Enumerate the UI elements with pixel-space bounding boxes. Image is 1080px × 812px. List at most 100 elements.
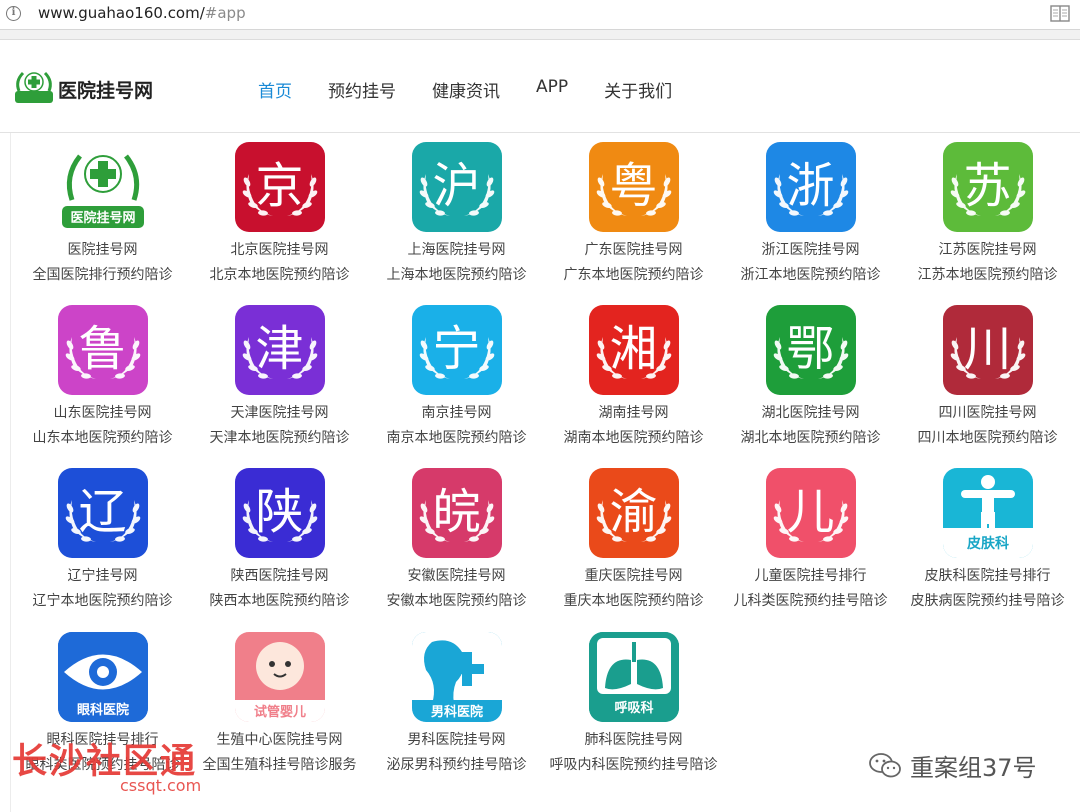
app-desc: 呼吸内科医院预约挂号陪诊 [549,757,718,773]
hospital-cross-icon[interactable]: 医院挂号网 [57,142,148,232]
app-name[interactable]: 山东医院挂号网 [14,403,191,423]
app-desc: 全国生殖科挂号陪诊服务 [202,757,357,773]
app-card[interactable]: 川四川医院挂号网四川本地医院预约陪诊 [899,305,1076,449]
wan-icon[interactable]: 皖 [411,468,502,558]
app-name[interactable]: 男科医院挂号网 [368,730,545,750]
app-name[interactable]: 四川医院挂号网 [899,403,1076,423]
app-name[interactable]: 肺科医院挂号网 [545,730,722,750]
app-card[interactable]: 津天津医院挂号网 天津本地医院预约陪诊 [191,305,368,449]
app-name[interactable]: 辽宁挂号网 [14,566,191,586]
app-desc: 四川本地医院预约陪诊 [917,430,1058,446]
lungs-icon[interactable]: 呼吸科 [588,632,679,722]
baby-icon[interactable]: 试管婴儿 [234,632,325,722]
yu-icon[interactable]: 渝 [588,468,679,558]
app-card[interactable]: 苏江苏医院挂号网 江苏本地医院预约陪诊 [899,142,1076,286]
app-icon-glyph: 辽 [78,484,127,540]
app-icon-glyph: 湘 [609,321,658,377]
jing-icon[interactable]: 京 [234,142,325,232]
app-icon-glyph: 鄂 [786,321,835,377]
app-card[interactable]: 辽辽宁挂号网 辽宁本地医院预约陪诊 [14,468,191,612]
app-desc: 皮肤病医院预约挂号陪诊 [910,593,1065,609]
jin-icon[interactable]: 津 [234,305,325,395]
app-card[interactable]: 鄂湖北医院挂号网 湖北本地医院预约陪诊 [722,305,899,449]
shaan-icon[interactable]: 陕 [234,468,325,558]
app-card[interactable]: 儿儿童医院挂号排行 儿科类医院预约挂号陪诊 [722,468,899,612]
ning-icon[interactable]: 宁 [411,305,502,395]
app-card[interactable]: 鲁山东医院挂号网山东本地医院预约陪诊 [14,305,191,449]
app-icon-glyph: 苏 [963,158,1012,214]
icon-label: 医院挂号网 [70,210,135,226]
app-card[interactable]: 渝重庆医院挂号网 重庆本地医院预约陪诊 [545,468,722,612]
toolbar-strip [0,30,1080,40]
app-name[interactable]: 生殖中心医院挂号网 [191,730,368,750]
app-card[interactable]: 皖安徽医院挂号网安徽本地医院预约陪诊 [368,468,545,612]
site-name[interactable]: 医院挂号网 [58,76,153,103]
app-card[interactable]: 呼吸科肺科医院挂号网呼吸内科医院预约挂号陪诊 [545,632,722,776]
app-desc: 湖南本地医院预约陪诊 [563,430,704,446]
app-name[interactable]: 江苏医院挂号网 [899,240,1076,260]
dermatology-icon[interactable]: 皮肤科 [942,468,1033,558]
nav-health-news[interactable]: 健康资讯 [432,77,500,102]
app-name[interactable]: 天津医院挂号网 [191,403,368,423]
app-card[interactable]: 试管婴儿生殖中心医院挂号网全国生殖科挂号陪诊服务 [191,632,368,776]
app-name[interactable]: 浙江医院挂号网 [722,240,899,260]
liao-icon[interactable]: 辽 [57,468,148,558]
info-icon[interactable]: i [6,6,21,21]
app-desc: 山东本地医院预约陪诊 [32,430,173,446]
nav-about[interactable]: 关于我们 [604,77,672,102]
url-text[interactable]: www.guahao160.com/#app [38,4,246,22]
er-icon[interactable]: 儿 [765,468,856,558]
nav-home[interactable]: 首页 [258,77,292,102]
app-desc: 泌尿男科预约挂号陪诊 [386,757,527,773]
app-desc: 广东本地医院预约陪诊 [563,267,704,283]
eye-icon[interactable]: 眼科医院 [57,632,148,722]
app-card[interactable]: 沪上海医院挂号网 上海本地医院预约陪诊 [368,142,545,286]
app-card[interactable]: 医院挂号网 医院挂号网 全国医院排行预约陪诊 [14,142,191,286]
address-bar[interactable]: i www.guahao160.com/#app [0,0,1080,30]
app-name[interactable]: 湖北医院挂号网 [722,403,899,423]
su-icon[interactable]: 苏 [942,142,1033,232]
nav-app[interactable]: APP [536,77,568,102]
app-name[interactable]: 南京挂号网 [368,403,545,423]
app-card[interactable]: 粤广东医院挂号网广东本地医院预约陪诊 [545,142,722,286]
main-nav: 首页 预约挂号 健康资讯 APP 关于我们 [258,77,672,102]
app-icon-glyph: 宁 [432,321,481,377]
app-icon-glyph: 儿 [786,484,835,540]
app-card[interactable]: 浙浙江医院挂号网 浙江本地医院预约陪诊 [722,142,899,286]
reader-view-icon[interactable] [1050,5,1070,22]
app-name[interactable]: 安徽医院挂号网 [368,566,545,586]
e-icon[interactable]: 鄂 [765,305,856,395]
app-name[interactable]: 北京医院挂号网 [191,240,368,260]
app-card[interactable]: 男科医院男科医院挂号网泌尿男科预约挂号陪诊 [368,632,545,776]
watermark-right: 重案组37号 [868,748,1037,783]
app-card[interactable]: 京北京医院挂号网 北京本地医院预约陪诊 [191,142,368,286]
nav-booking[interactable]: 预约挂号 [328,77,396,102]
app-name[interactable]: 广东医院挂号网 [545,240,722,260]
zhe-icon[interactable]: 浙 [765,142,856,232]
app-name[interactable]: 陕西医院挂号网 [191,566,368,586]
app-name[interactable]: 重庆医院挂号网 [545,566,722,586]
app-name[interactable]: 儿童医院挂号排行 [722,566,899,586]
app-desc: 安徽本地医院预约陪诊 [386,593,527,609]
andrology-icon[interactable]: 男科医院 [411,632,502,722]
app-card[interactable]: 湘湖南挂号网湖南本地医院预约陪诊 [545,305,722,449]
lu-icon[interactable]: 鲁 [57,305,148,395]
app-icon-glyph: 川 [963,321,1012,377]
app-card[interactable]: 陕陕西医院挂号网 陕西本地医院预约陪诊 [191,468,368,612]
icon-label: 眼科医院 [76,702,128,718]
app-name[interactable]: 皮肤科医院挂号排行 [899,566,1076,586]
icon-label: 男科医院 [430,704,482,720]
chuan-icon[interactable]: 川 [942,305,1033,395]
app-icon-glyph: 粤 [609,158,658,214]
xiang-icon[interactable]: 湘 [588,305,679,395]
hu-icon[interactable]: 沪 [411,142,502,232]
app-card[interactable]: 宁南京挂号网 南京本地医院预约陪诊 [368,305,545,449]
yue-icon[interactable]: 粤 [588,142,679,232]
app-name[interactable]: 医院挂号网 [14,240,191,260]
watermark-left-url: cssqt.com [120,776,202,795]
app-name[interactable]: 上海医院挂号网 [368,240,545,260]
app-icon-glyph: 沪 [432,158,481,214]
app-name[interactable]: 湖南挂号网 [545,403,722,423]
site-logo[interactable] [13,67,55,109]
app-card[interactable]: 皮肤科皮肤科医院挂号排行皮肤病医院预约挂号陪诊 [899,468,1076,612]
